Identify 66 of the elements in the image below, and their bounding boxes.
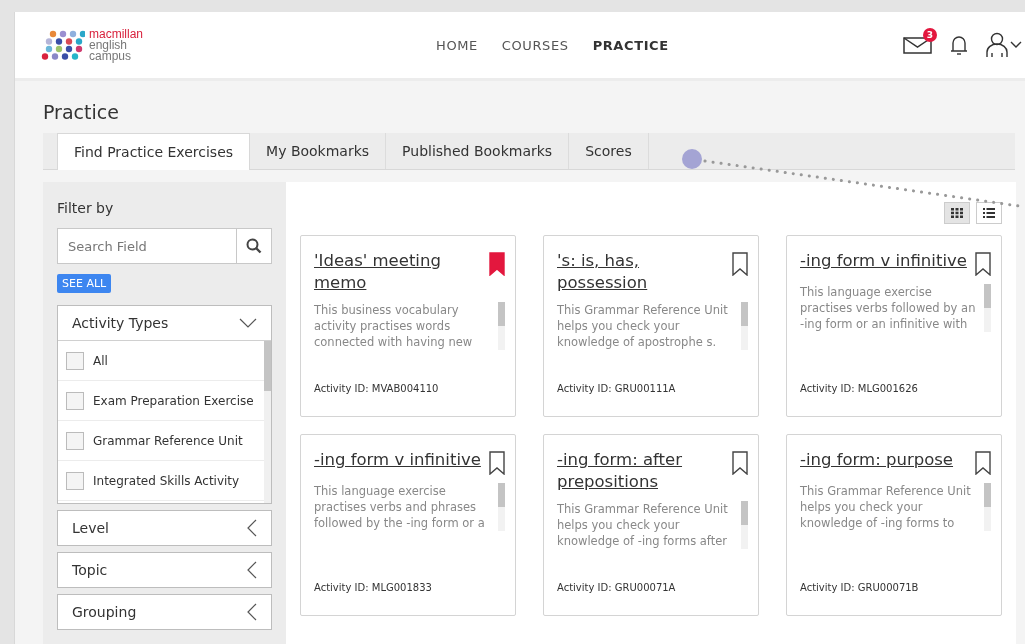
filter-section-header[interactable]: Topic <box>58 553 271 587</box>
checkbox[interactable] <box>66 471 84 490</box>
checkbox[interactable] <box>66 391 84 410</box>
nav-link[interactable]: HOME <box>436 37 478 53</box>
scrollbar[interactable] <box>741 302 748 350</box>
scrollbar[interactable] <box>984 284 991 332</box>
logo-text: english <box>89 39 128 51</box>
checkbox[interactable] <box>66 431 84 450</box>
filter-option[interactable]: All <box>58 341 264 381</box>
filter-section-header[interactable]: Level <box>58 511 271 545</box>
scrollbar[interactable] <box>741 501 748 549</box>
exercise-description: This language exercise practises verbs followed by an -ing form or an infinitive with <box>800 284 977 332</box>
notification-badge: 3 <box>923 28 937 42</box>
exercise-title-link[interactable]: 's: is, has, possession <box>557 250 728 294</box>
bell-icon[interactable] <box>949 33 969 57</box>
filter-option[interactable]: Grammar Reference Unit <box>58 421 264 461</box>
scrollbar[interactable] <box>498 302 505 350</box>
activity-id: Activity ID: GRU00111A <box>557 383 677 394</box>
search-button[interactable] <box>237 228 272 264</box>
nav-link[interactable]: PRACTICE <box>592 37 669 53</box>
activity-id: Activity ID: MLG001626 <box>800 383 919 394</box>
bookmark-outline-icon[interactable] <box>975 252 991 276</box>
grid-icon <box>951 208 963 218</box>
filter-section-header[interactable]: Activity Types <box>58 306 271 340</box>
exercise-description: This Grammar Reference Unit helps you check your knowledge of -ing forms after <box>557 501 729 549</box>
bookmark-outline-icon[interactable] <box>732 451 748 475</box>
exercise-title-link[interactable]: 'Ideas' meeting memo <box>314 250 485 294</box>
scrollbar[interactable] <box>498 483 505 531</box>
logo-text: macmillan <box>89 28 143 40</box>
chevron-left-icon <box>247 519 257 537</box>
checkbox[interactable] <box>66 351 84 370</box>
search-icon <box>246 238 262 254</box>
activity-id: Activity ID: GRU00071B <box>800 582 920 593</box>
exercise-description: This business vocabulary activity practises words connected with having new <box>314 302 474 350</box>
filter-title: Filter by <box>57 199 115 218</box>
activity-id: Activity ID: GRU00071A <box>557 582 677 593</box>
chevron-left-icon <box>247 603 257 621</box>
filter-section-header[interactable]: Grouping <box>58 595 271 629</box>
bookmark-filled-icon[interactable] <box>489 252 505 276</box>
exercise-title-link[interactable]: -ing form v infinitive <box>800 250 967 272</box>
exercise-title-link[interactable]: -ing form: after prepositions <box>557 449 728 493</box>
exercise-description: This Grammar Reference Unit helps you check your knowledge of -ing forms to <box>800 483 972 531</box>
exercise-description: This Grammar Reference Unit helps you check your knowledge of apostrophe s. <box>557 302 729 350</box>
scrollbar[interactable] <box>264 341 271 503</box>
exercise-title-link[interactable]: -ing form v infinitive <box>314 449 481 471</box>
filter-option[interactable]: Integrated Skills Activity <box>58 461 264 501</box>
chevron-left-icon <box>247 561 257 579</box>
scrollbar[interactable] <box>984 483 991 531</box>
see-all-button[interactable]: SEE ALL <box>57 274 112 293</box>
nav-link[interactable]: COURSES <box>501 37 569 53</box>
filter-option[interactable]: Exam Preparation Exercise <box>58 381 264 421</box>
page-title: Practice <box>43 100 120 125</box>
bookmark-outline-icon[interactable] <box>975 451 991 475</box>
activity-id: Activity ID: MLG001833 <box>314 582 433 593</box>
search-field[interactable]: Search Field <box>57 228 237 264</box>
list-view-button[interactable] <box>976 202 1002 224</box>
bookmark-outline-icon[interactable] <box>489 451 505 475</box>
list-icon <box>983 208 995 218</box>
chevron-down-icon <box>239 318 257 328</box>
exercise-description: This language exercise practises verbs and phrases followed by the -ing form or a <box>314 483 486 531</box>
bookmark-outline-icon[interactable] <box>732 252 748 276</box>
activity-id: Activity ID: MVAB004110 <box>314 383 440 394</box>
exercise-title-link[interactable]: -ing form: purpose <box>800 449 954 471</box>
tab[interactable]: Find Practice Exercises <box>57 133 251 170</box>
grid-view-button[interactable] <box>944 202 970 224</box>
dot-grid-logo-icon <box>41 30 85 60</box>
